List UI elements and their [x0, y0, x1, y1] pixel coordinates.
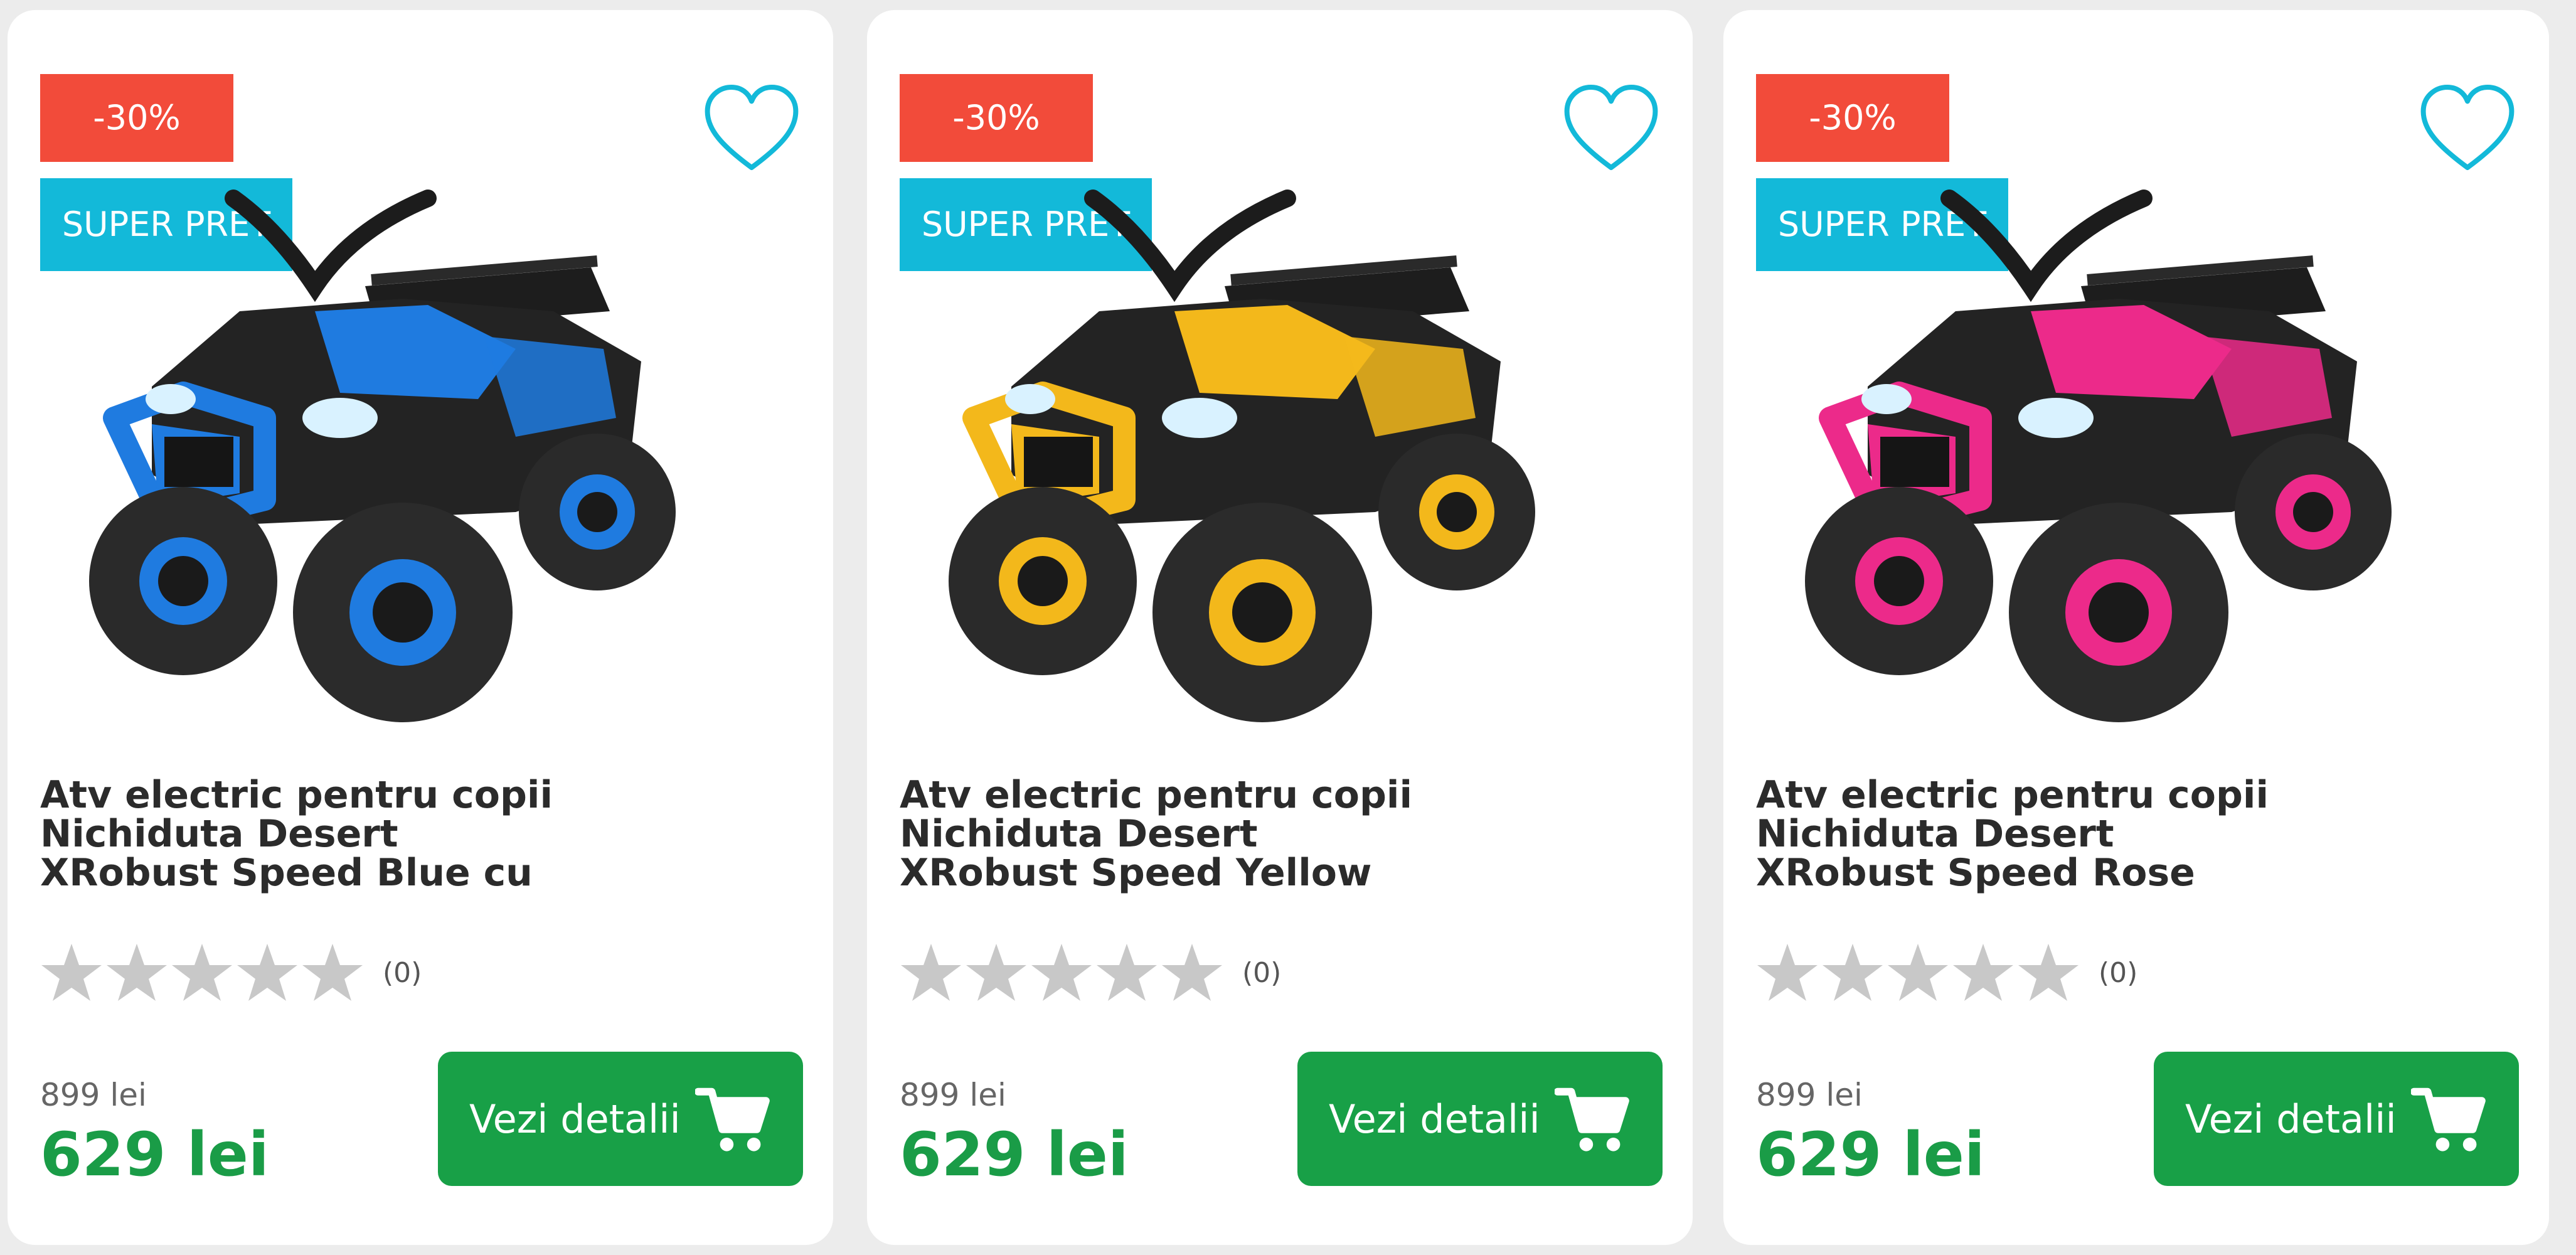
- shopping-cart-icon: [1553, 1081, 1630, 1156]
- product-image[interactable]: [77, 123, 742, 738]
- star-icon: [40, 941, 103, 1004]
- current-price: 629 lei: [40, 1119, 269, 1190]
- product-card[interactable]: -30% SUPER PRET Atv electric pentru copi…: [867, 10, 1693, 1245]
- star-icon: [301, 941, 364, 1004]
- rating-count: (0): [1242, 956, 1282, 989]
- star-icon: [236, 941, 299, 1004]
- rating: (0): [40, 941, 422, 1004]
- star-icon: [1952, 941, 2014, 1004]
- current-price: 629 lei: [900, 1119, 1129, 1190]
- star-icon: [1756, 941, 1819, 1004]
- old-price: 899 lei: [1756, 1077, 1863, 1113]
- star-icon: [965, 941, 1028, 1004]
- details-button[interactable]: Vezi detalii: [2154, 1052, 2519, 1186]
- details-button-label: Vezi detalii: [2185, 1096, 2397, 1142]
- details-button[interactable]: Vezi detalii: [1297, 1052, 1663, 1186]
- product-title[interactable]: Atv electric pentru copii Nichiduta Dese…: [1756, 776, 2446, 892]
- product-title[interactable]: Atv electric pentru copii Nichiduta Dese…: [900, 776, 1590, 892]
- shopping-cart-icon: [2410, 1081, 2486, 1156]
- rating-stars: [1756, 941, 2080, 1004]
- star-icon: [900, 941, 962, 1004]
- shopping-cart-icon: [694, 1081, 770, 1156]
- rating: (0): [1756, 941, 2137, 1004]
- current-price: 629 lei: [1756, 1119, 1985, 1190]
- details-button-label: Vezi detalii: [469, 1096, 681, 1142]
- star-icon: [105, 941, 168, 1004]
- details-button-label: Vezi detalii: [1329, 1096, 1540, 1142]
- rating-stars: [900, 941, 1223, 1004]
- rating: (0): [900, 941, 1281, 1004]
- product-card[interactable]: -30% SUPER PRET Atv electric pentru copi…: [1723, 10, 2549, 1245]
- star-icon: [1095, 941, 1158, 1004]
- star-icon: [1030, 941, 1093, 1004]
- rating-count: (0): [2099, 956, 2138, 989]
- star-icon: [1821, 941, 1884, 1004]
- product-title[interactable]: Atv electric pentru copii Nichiduta Dese…: [40, 776, 730, 892]
- old-price: 899 lei: [900, 1077, 1006, 1113]
- details-button[interactable]: Vezi detalii: [438, 1052, 803, 1186]
- product-image[interactable]: [1792, 123, 2457, 738]
- star-icon: [1161, 941, 1223, 1004]
- rating-stars: [40, 941, 364, 1004]
- star-icon: [1887, 941, 1949, 1004]
- star-icon: [171, 941, 233, 1004]
- product-grid: -30% SUPER PRET Atv electric pentru copi…: [0, 0, 2576, 1255]
- product-card[interactable]: -30% SUPER PRET Atv electric pentru copi…: [8, 10, 833, 1245]
- star-icon: [2017, 941, 2080, 1004]
- old-price: 899 lei: [40, 1077, 147, 1113]
- product-image[interactable]: [936, 123, 1601, 738]
- rating-count: (0): [383, 956, 422, 989]
